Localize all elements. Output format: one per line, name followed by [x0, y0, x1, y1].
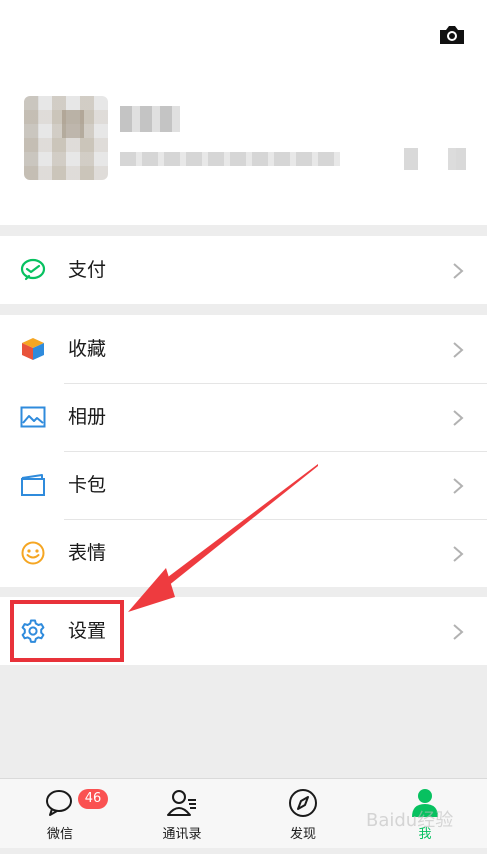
menu-item-pay[interactable]: 支付 [0, 236, 487, 304]
wechat-pay-icon [20, 258, 46, 281]
tab-label: 微信 [46, 827, 73, 842]
menu-group-pay: 支付 [0, 236, 487, 304]
chevron-right-icon [453, 546, 464, 562]
chevron-right-icon [453, 263, 464, 279]
chevron-right-icon [453, 410, 464, 426]
chevron-right-icon [453, 624, 464, 640]
menu-item-cards[interactable]: 卡包 [0, 451, 487, 519]
card-icon [21, 474, 45, 496]
wechat-id-blurred [120, 152, 340, 166]
camera-icon[interactable] [438, 24, 466, 46]
menu-item-label: 卡包 [68, 474, 107, 496]
profile-header[interactable] [0, 0, 487, 225]
nickname-blurred [120, 106, 180, 132]
unread-badge: 46 [78, 789, 108, 809]
menu-item-stickers[interactable]: 表情 [0, 519, 487, 587]
qr-code-blurred[interactable] [404, 148, 466, 170]
tab-chats[interactable]: 46 微信 [10, 779, 110, 849]
chevron-right-icon [453, 478, 464, 494]
menu-item-label: 表情 [68, 542, 107, 564]
annotation-highlight-box [10, 600, 124, 662]
tab-label: 通讯录 [162, 827, 202, 842]
compass-icon [289, 789, 317, 817]
menu-item-label: 相册 [68, 406, 107, 428]
watermark: Baidu经验 [366, 810, 454, 831]
tab-label: 发现 [289, 827, 316, 842]
picture-icon [20, 406, 46, 428]
contacts-icon [167, 790, 196, 816]
menu-item-label: 收藏 [68, 338, 107, 360]
smiley-icon [21, 541, 45, 565]
tab-discover[interactable]: 发现 [253, 779, 353, 849]
menu-group-main: 收藏 相册 卡包 表情 [0, 315, 487, 587]
chat-bubble-icon [46, 790, 72, 816]
cube-icon [22, 338, 44, 360]
menu-item-album[interactable]: 相册 [0, 383, 487, 451]
bottom-strip [0, 848, 487, 854]
menu-item-favorites[interactable]: 收藏 [0, 315, 487, 383]
chevron-right-icon [453, 342, 464, 358]
menu-item-label: 支付 [68, 259, 107, 281]
tab-contacts[interactable]: 通讯录 [132, 779, 232, 849]
avatar[interactable] [24, 96, 108, 180]
